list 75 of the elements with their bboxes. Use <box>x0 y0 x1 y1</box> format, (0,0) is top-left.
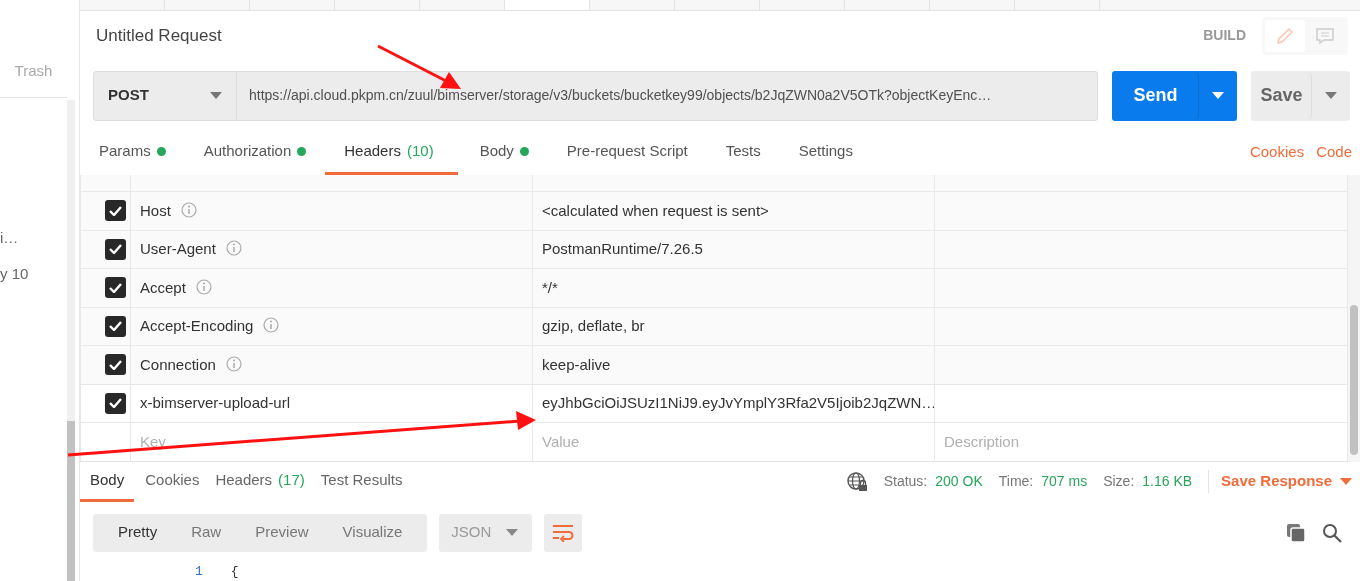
header-key: x-bimserver-upload-url <box>140 394 291 411</box>
checkbox[interactable] <box>105 392 126 414</box>
globe-lock-icon[interactable] <box>845 470 868 493</box>
caret-icon <box>1325 92 1337 99</box>
scrollbar[interactable] <box>67 100 75 581</box>
request-tab[interactable]: Tests <box>725 130 777 175</box>
line-number: 1 <box>195 562 203 581</box>
response-tab[interactable]: Body <box>80 461 135 502</box>
header-value: <calculated when request is sent> <box>542 201 769 219</box>
request-tab[interactable]: Pre-request Script <box>566 130 704 175</box>
header-key: Accept <box>140 278 186 296</box>
header-key: Connection <box>140 355 216 373</box>
response-tab[interactable]: Cookies <box>140 461 205 502</box>
mode-label: BUILD <box>1203 26 1246 46</box>
wrap-icon <box>552 523 575 542</box>
sidebar-item[interactable]: i… <box>0 226 19 250</box>
view-mode-tab[interactable]: Raw <box>181 513 232 552</box>
stat-label: Size: <box>1103 472 1135 491</box>
request-tab[interactable]: Authorization <box>203 130 323 175</box>
search-icon[interactable] <box>1322 522 1342 543</box>
text-input[interactable]: Description <box>944 430 1338 453</box>
stat-label: Time: <box>998 472 1034 491</box>
response-tab[interactable]: Test Results <box>315 461 408 502</box>
header-key: Accept-Encoding <box>140 317 254 334</box>
check-icon <box>109 359 122 370</box>
check-icon <box>109 205 122 216</box>
header-value: eyJhbGciOiJSUzI1NiJ9.eyJvYmplY3Rfa2V5Ijoib2JqZWN… <box>542 394 934 411</box>
header-value: */* <box>542 278 558 296</box>
wrap-lines-button[interactable] <box>544 513 583 552</box>
info-icon[interactable] <box>225 240 242 256</box>
header-key: Host <box>140 201 171 219</box>
response-tab[interactable]: Headers (17) <box>210 461 310 502</box>
info-icon[interactable] <box>225 355 242 372</box>
check-icon <box>109 321 122 332</box>
checkbox[interactable] <box>105 354 126 376</box>
request-tab[interactable]: Params <box>99 130 182 175</box>
stat-value: 200 OK <box>935 472 983 491</box>
checkbox[interactable] <box>105 238 126 260</box>
header-value: gzip, deflate, br <box>542 317 645 334</box>
view-mode-tab[interactable]: Preview <box>245 513 319 552</box>
request-tab[interactable]: Settings <box>798 130 869 175</box>
info-icon[interactable] <box>195 278 212 295</box>
view-mode-tab[interactable]: Pretty <box>108 513 168 552</box>
pencil-icon[interactable] <box>1265 19 1305 52</box>
view-mode-tab[interactable]: Visualize <box>332 513 413 552</box>
scrollbar[interactable] <box>1348 174 1360 462</box>
save-response-dropdown[interactable]: Save Response <box>1208 470 1352 493</box>
text-input[interactable]: Value <box>542 430 925 453</box>
link[interactable]: Cookies <box>1249 141 1305 164</box>
header-key: User-Agent <box>140 240 216 257</box>
caret-icon <box>506 529 519 536</box>
header-value: keep-alive <box>542 355 611 373</box>
stat-value: 707 ms <box>1041 472 1088 491</box>
stat-label: Status: <box>883 472 928 491</box>
input-field[interactable]: Value <box>532 422 935 461</box>
text-input[interactable]: Key <box>140 430 523 453</box>
check-icon <box>109 282 122 293</box>
stat-value: 1.16 KB <box>1142 472 1193 491</box>
code-text: { <box>230 562 239 581</box>
check-icon <box>109 244 122 255</box>
request-tab[interactable]: Body <box>479 130 545 175</box>
link[interactable]: Code <box>1316 141 1352 164</box>
info-icon[interactable] <box>263 317 280 333</box>
checkbox[interactable] <box>105 277 126 299</box>
checkbox[interactable] <box>105 200 126 222</box>
caret-icon <box>1340 478 1352 485</box>
checkbox[interactable] <box>105 315 126 337</box>
info-icon[interactable] <box>180 201 197 218</box>
copy-icon[interactable] <box>1286 522 1306 543</box>
sidebar-item[interactable]: y 10 <box>0 262 29 286</box>
check-icon <box>109 398 122 409</box>
request-title: Untitled Request <box>96 25 222 48</box>
header-value: PostmanRuntime/7.26.5 <box>542 240 703 257</box>
input-field[interactable]: Description <box>934 422 1348 461</box>
caret-icon <box>1212 92 1224 99</box>
